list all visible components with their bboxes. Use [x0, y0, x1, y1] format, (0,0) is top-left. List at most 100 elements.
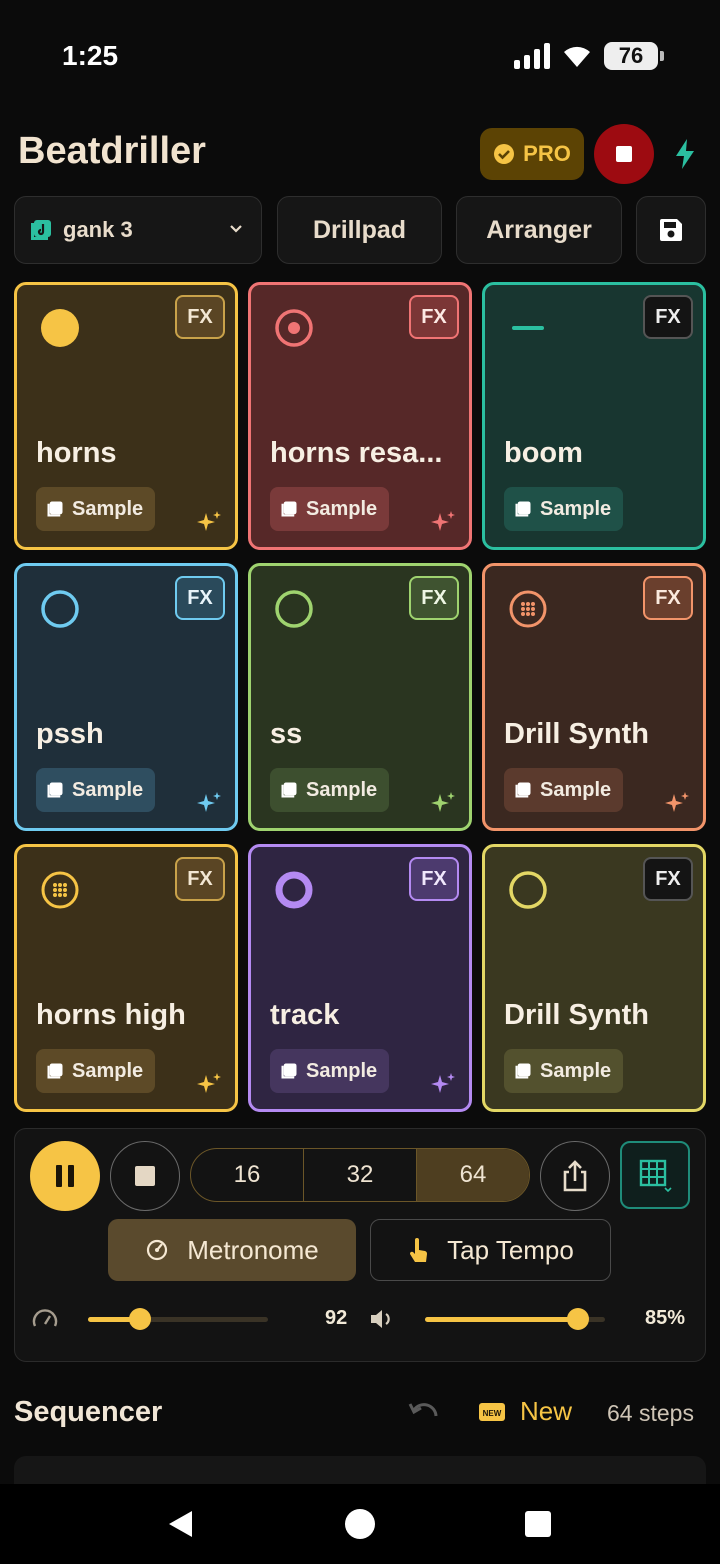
pad-name: horns resa...: [270, 437, 443, 469]
undo-icon[interactable]: [408, 1400, 440, 1424]
grid-view-button[interactable]: [620, 1141, 690, 1209]
sparkle-icon[interactable]: [665, 790, 691, 816]
sample-button[interactable]: Sample: [504, 487, 624, 531]
sample-label: Sample: [72, 778, 144, 801]
pad-boom[interactable]: FX boom Sample: [482, 282, 706, 550]
fx-button[interactable]: FX: [409, 295, 459, 339]
sample-label: Sample: [72, 1059, 144, 1082]
metronome-icon: [147, 1239, 168, 1261]
pause-button[interactable]: [30, 1141, 100, 1211]
sample-button[interactable]: Sample: [504, 768, 624, 812]
pad-drill-synth-2[interactable]: FX Drill Synth Sample: [482, 844, 706, 1112]
sample-label: Sample: [72, 497, 144, 520]
new-sequence-button[interactable]: NEW New: [478, 1396, 572, 1427]
arranger-tab[interactable]: Arranger: [456, 196, 622, 264]
share-button[interactable]: [540, 1141, 610, 1211]
drillpad-tab[interactable]: Drillpad: [277, 196, 442, 264]
stop-button[interactable]: [110, 1141, 180, 1211]
sample-icon: [515, 501, 531, 517]
sample-button[interactable]: Sample: [270, 487, 390, 531]
stop-icon: [135, 1166, 155, 1186]
target-circle-icon: [275, 309, 313, 347]
sample-library-icon: [31, 220, 51, 240]
sparkle-icon[interactable]: [197, 1071, 223, 1097]
pad-horns[interactable]: FX horns Sample: [14, 282, 238, 550]
fx-button[interactable]: FX: [643, 576, 693, 620]
lightning-icon[interactable]: [672, 138, 698, 170]
sample-icon: [515, 1063, 531, 1079]
fx-button[interactable]: FX: [175, 295, 225, 339]
tap-hand-icon: [410, 1238, 428, 1262]
pro-button[interactable]: PRO: [480, 128, 584, 180]
steps-option-16[interactable]: 16: [191, 1149, 304, 1201]
pattern-name: gank 3: [63, 217, 133, 242]
sample-icon: [47, 1063, 63, 1079]
fx-button[interactable]: FX: [175, 857, 225, 901]
status-bar: 1:25 76: [0, 0, 720, 110]
sample-label: Sample: [306, 1059, 378, 1082]
fx-button[interactable]: FX: [409, 576, 459, 620]
stop-record-icon: [616, 146, 632, 162]
sample-icon: [47, 782, 63, 798]
tap-tempo-button[interactable]: Tap Tempo: [370, 1219, 611, 1281]
volume-slider-handle[interactable]: [567, 1308, 589, 1330]
volume-value: 85%: [645, 1307, 686, 1329]
sample-button[interactable]: Sample: [270, 768, 390, 812]
fx-button[interactable]: FX: [643, 295, 693, 339]
sequencer-step-count: 64 steps: [607, 1400, 694, 1426]
pad-horns-high[interactable]: FX horns high Sample: [14, 844, 238, 1112]
pad-ss[interactable]: FX ss Sample: [248, 563, 472, 831]
fx-button[interactable]: FX: [643, 857, 693, 901]
sample-button[interactable]: Sample: [504, 1049, 624, 1093]
home-icon[interactable]: [344, 1508, 376, 1540]
sample-label: Sample: [540, 497, 612, 520]
back-icon[interactable]: [166, 1509, 196, 1539]
pad-name: track: [270, 999, 340, 1031]
sample-label: Sample: [306, 778, 378, 801]
sample-button[interactable]: Sample: [36, 1049, 156, 1093]
save-button[interactable]: [636, 196, 706, 264]
sample-label: Sample: [540, 1059, 612, 1082]
pad-track[interactable]: FX track Sample: [248, 844, 472, 1112]
pad-pssh[interactable]: FX pssh Sample: [14, 563, 238, 831]
pad-name: horns high: [36, 999, 186, 1031]
pattern-select[interactable]: gank 3: [14, 196, 262, 264]
sparkle-icon[interactable]: [431, 509, 457, 535]
new-badge-icon: NEW: [479, 1402, 505, 1421]
share-icon: [563, 1160, 587, 1192]
sparkle-icon[interactable]: [197, 509, 223, 535]
circle-outline-icon: [41, 590, 79, 628]
verified-badge-icon: [494, 144, 515, 164]
sparkle-icon[interactable]: [431, 1071, 457, 1097]
steps-selector[interactable]: 16 32 64: [190, 1148, 530, 1202]
metronome-button[interactable]: Metronome: [108, 1219, 356, 1281]
steps-option-32[interactable]: 32: [304, 1149, 417, 1201]
sample-button[interactable]: Sample: [36, 487, 156, 531]
sample-icon: [47, 501, 63, 517]
speedometer-icon: [32, 1309, 58, 1327]
sparkle-icon[interactable]: [431, 790, 457, 816]
steps-option-64[interactable]: 64: [417, 1149, 529, 1201]
pad-horns-resa[interactable]: FX horns resa... Sample: [248, 282, 472, 550]
sample-button[interactable]: Sample: [270, 1049, 390, 1093]
ring-icon: [275, 871, 313, 909]
save-icon: [660, 219, 682, 241]
new-badge-text: NEW: [483, 1409, 502, 1418]
sample-icon: [281, 1063, 297, 1079]
pad-drill-synth[interactable]: FX Drill Synth Sample: [482, 563, 706, 831]
grid-icon: [639, 1159, 672, 1192]
fx-button[interactable]: FX: [409, 857, 459, 901]
tempo-slider-handle[interactable]: [129, 1308, 151, 1330]
sparkle-icon[interactable]: [197, 790, 223, 816]
pad-name: Drill Synth: [504, 999, 650, 1031]
sample-icon: [281, 501, 297, 517]
record-button[interactable]: [594, 124, 654, 184]
sequencer-title: Sequencer: [14, 1396, 163, 1428]
sample-button[interactable]: Sample: [36, 768, 156, 812]
recents-icon[interactable]: [524, 1510, 552, 1538]
sample-label: Sample: [540, 778, 612, 801]
pad-name: ss: [270, 718, 303, 750]
pad-name: Drill Synth: [504, 718, 650, 750]
fx-button[interactable]: FX: [175, 576, 225, 620]
pro-label: PRO: [523, 141, 571, 166]
